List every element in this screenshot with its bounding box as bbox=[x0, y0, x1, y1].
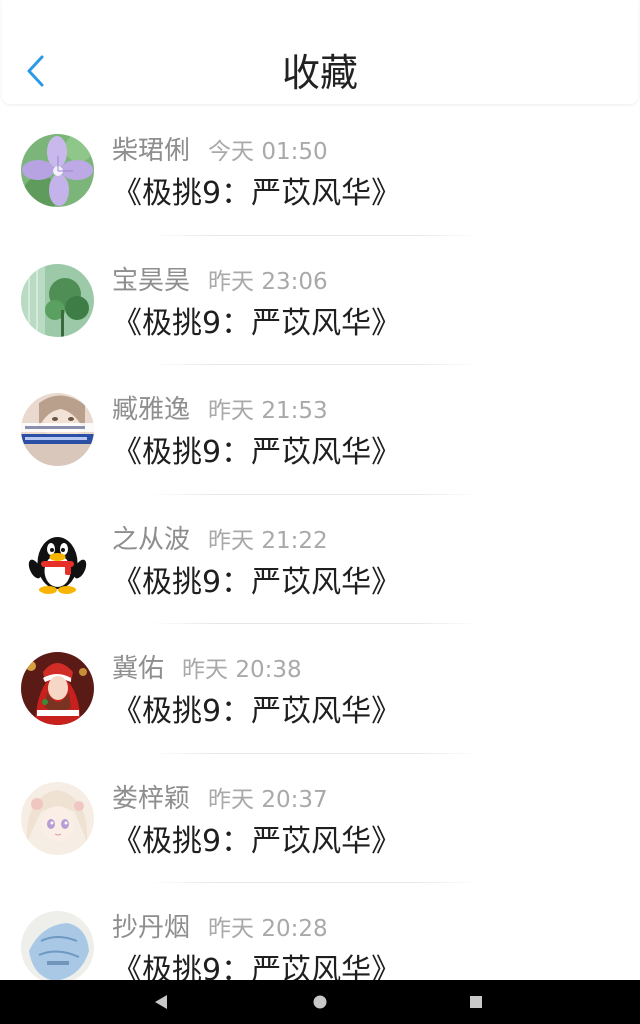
user-name: 抄丹烟 bbox=[112, 913, 191, 943]
timestamp: 今天 01:50 bbox=[208, 139, 328, 165]
list-item[interactable]: 冀佑 昨天 20:38 《极挑9：严苡风华》 bbox=[0, 624, 640, 754]
favorite-title: 《极挑9：严苡风华》 bbox=[112, 694, 402, 729]
timestamp: 昨天 23:06 bbox=[208, 268, 328, 295]
list-item[interactable]: 之从波 昨天 21:22 《极挑9：严苡风华》 bbox=[0, 495, 640, 624]
page-title: 收藏 bbox=[281, 51, 358, 95]
nav-recents-button[interactable] bbox=[446, 980, 506, 1024]
header-bar: 收藏 bbox=[2, 0, 638, 104]
nav-back-button[interactable] bbox=[131, 980, 191, 1024]
favorite-title: 《极挑9：严苡风华》 bbox=[112, 823, 402, 859]
user-name: 臧雅逸 bbox=[112, 395, 191, 425]
item-meta: 娄梓颖 昨天 20:37 bbox=[112, 778, 328, 814]
user-name: 宝昊昊 bbox=[112, 265, 191, 296]
flower-avatar[interactable] bbox=[21, 134, 94, 207]
blue-cloth-avatar[interactable] bbox=[21, 911, 94, 980]
plant-avatar[interactable] bbox=[21, 263, 94, 337]
favorite-title: 《极挑9：严苡风华》 bbox=[112, 953, 402, 980]
triangle-back-icon bbox=[155, 995, 167, 1009]
item-meta: 宝昊昊 昨天 23:06 bbox=[112, 260, 328, 296]
favorites-list[interactable]: 柴珺俐 今天 01:50 《极挑9：严苡风华》 宝昊昊 昨天 23:06 《极挑… bbox=[0, 106, 640, 980]
item-meta: 冀佑 昨天 20:38 bbox=[112, 648, 302, 684]
favorite-title: 《极挑9：严苡风华》 bbox=[112, 435, 402, 470]
list-item[interactable]: 抄丹烟 昨天 20:28 《极挑9：严苡风华》 bbox=[0, 883, 640, 980]
timestamp: 昨天 20:28 bbox=[208, 916, 328, 942]
item-meta: 抄丹烟 昨天 20:28 bbox=[112, 907, 328, 943]
system-navigation-bar bbox=[0, 980, 640, 1024]
list-item[interactable]: 娄梓颖 昨天 20:37 《极挑9：严苡风华》 bbox=[0, 754, 640, 883]
item-meta: 柴珺俐 今天 01:50 bbox=[112, 130, 328, 166]
list-item[interactable]: 臧雅逸 昨天 21:53 《极挑9：严苡风华》 bbox=[0, 365, 640, 495]
circle-home-icon bbox=[313, 995, 327, 1009]
portrait-text-avatar[interactable] bbox=[21, 393, 94, 466]
item-meta: 臧雅逸 昨天 21:53 bbox=[112, 389, 328, 425]
timestamp: 昨天 21:22 bbox=[208, 527, 328, 554]
user-name: 冀佑 bbox=[112, 654, 165, 684]
list-item[interactable]: 宝昊昊 昨天 23:06 《极挑9：严苡风华》 bbox=[0, 236, 640, 365]
timestamp: 昨天 20:38 bbox=[182, 657, 302, 683]
user-name: 之从波 bbox=[112, 524, 191, 555]
favorites-screen: 收藏 柴珺俐 今天 01:50 《极挑9：严苡风华》 宝昊昊 昨天 23:06 … bbox=[0, 0, 640, 1024]
user-name: 柴珺俐 bbox=[112, 136, 191, 166]
square-recents-icon bbox=[470, 996, 482, 1008]
list-item[interactable]: 柴珺俐 今天 01:50 《极挑9：严苡风华》 bbox=[0, 106, 640, 236]
red-costume-avatar[interactable] bbox=[21, 652, 94, 725]
favorite-title: 《极挑9：严苡风华》 bbox=[112, 564, 402, 600]
timestamp: 昨天 20:37 bbox=[208, 786, 328, 813]
favorite-title: 《极挑9：严苡风华》 bbox=[112, 176, 402, 211]
item-meta: 之从波 昨天 21:22 bbox=[112, 519, 328, 555]
user-name: 娄梓颖 bbox=[112, 783, 191, 814]
penguin-avatar[interactable] bbox=[21, 522, 94, 596]
nav-home-button[interactable] bbox=[290, 980, 350, 1024]
favorite-title: 《极挑9：严苡风华》 bbox=[112, 305, 402, 341]
anime-girl-avatar[interactable] bbox=[21, 781, 94, 855]
timestamp: 昨天 21:53 bbox=[208, 398, 328, 424]
